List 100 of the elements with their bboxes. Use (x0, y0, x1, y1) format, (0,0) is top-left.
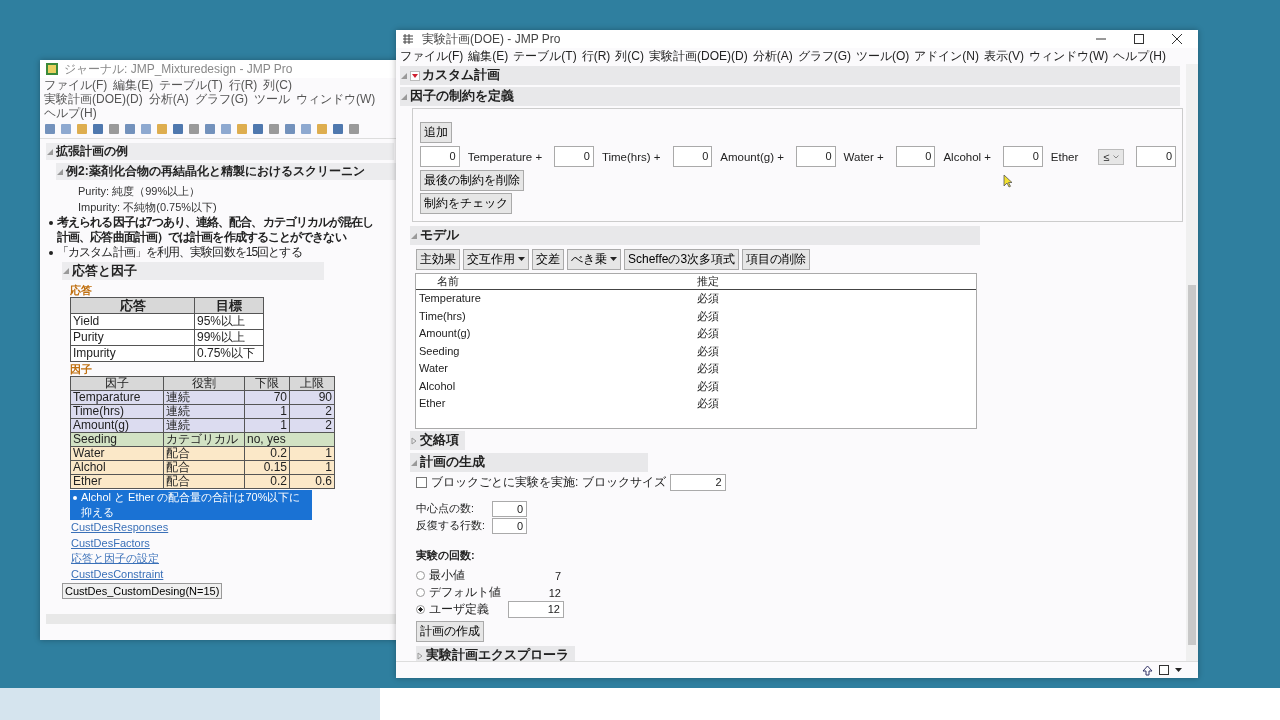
toolbar-icon[interactable] (140, 123, 152, 135)
coefficient-field[interactable]: 0 (554, 146, 594, 167)
collapse-icon[interactable] (62, 267, 70, 275)
collapse-icon[interactable] (410, 458, 418, 467)
menu-item[interactable]: テーブル(T) (159, 78, 223, 92)
collapse-icon[interactable] (410, 231, 418, 240)
coefficient-field[interactable]: 0 (420, 146, 460, 167)
menu-item[interactable]: 分析(A) (752, 49, 793, 63)
square-icon[interactable] (1159, 665, 1169, 675)
checkbox[interactable] (416, 477, 427, 488)
toolbar-icon[interactable] (44, 123, 56, 135)
toolbar-icon[interactable] (108, 123, 120, 135)
term-label: Alcohol + (943, 150, 992, 163)
toolbar-icon[interactable] (300, 123, 312, 135)
coefficient-field[interactable]: 0 (672, 146, 713, 167)
model-button[interactable]: 交差 (532, 249, 564, 270)
toolbar-icon[interactable] (124, 123, 136, 135)
toolbar-icon[interactable] (188, 123, 200, 135)
block-size-field[interactable]: 2 (669, 474, 726, 491)
radio-button[interactable] (416, 571, 425, 580)
toolbar-icon[interactable] (236, 123, 248, 135)
toolbar-icon[interactable] (220, 123, 232, 135)
toolbar-icon[interactable] (60, 123, 72, 135)
bound-field[interactable]: 0 (1136, 146, 1177, 167)
bullet-text: 考えられる因子は7つあり、連絡、配合、カテゴリカルが混在し 計画、応答曲面計画）では計画を作成することができない (57, 215, 374, 245)
menu-item[interactable]: グラフ(G) (194, 92, 248, 106)
menu-item[interactable]: 表示(V) (984, 49, 1024, 63)
menu-item[interactable]: グラフ(G) (797, 49, 851, 63)
operator-dropdown[interactable]: ≤ (1098, 148, 1125, 165)
menu-item[interactable]: ツール(O) (856, 49, 910, 63)
toolbar-icon[interactable] (92, 123, 104, 135)
close-icon[interactable] (1172, 34, 1182, 44)
toolbar-icon[interactable] (268, 123, 280, 135)
expand-icon[interactable] (416, 651, 424, 660)
column-header: 推定 (697, 274, 719, 289)
outline-title: 例2:薬剤化合物の再結晶化と精製におけるスクリーニン (66, 163, 365, 180)
run-count: 12 (547, 586, 562, 599)
menu-item[interactable]: 実験計画(DOE)(D) (649, 49, 748, 63)
menu-triangle-icon[interactable] (410, 70, 420, 81)
script-link[interactable]: CustDesFactors (71, 536, 150, 549)
scrollbar-thumb[interactable] (1188, 285, 1196, 645)
menu-item[interactable]: 行(R) (228, 78, 258, 92)
menu-item[interactable]: ファイル(F) (44, 78, 108, 92)
menu-item[interactable]: 列(C) (615, 49, 644, 63)
toolbar-icon[interactable] (156, 123, 168, 135)
menu-item[interactable]: アドイン(N) (914, 49, 979, 63)
toolbar-icon[interactable] (284, 123, 296, 135)
dropdown-icon (518, 257, 525, 262)
toolbar-icon[interactable] (76, 123, 88, 135)
maximize-icon[interactable] (1134, 34, 1144, 44)
caret-icon (1113, 154, 1120, 159)
make-design-button[interactable]: 計画の作成 (416, 621, 484, 642)
coefficient-field[interactable]: 0 (1003, 146, 1043, 167)
toolbar-icon[interactable] (172, 123, 184, 135)
toolbar-icon[interactable] (348, 123, 360, 135)
dropdown-icon[interactable] (1175, 667, 1182, 673)
up-arrow-icon[interactable] (1142, 664, 1153, 676)
coefficient-field[interactable]: 0 (795, 146, 836, 167)
expand-icon[interactable] (410, 436, 418, 445)
toolbar-icon[interactable] (316, 123, 328, 135)
runs-field[interactable]: 12 (508, 601, 564, 618)
script-link[interactable]: CustDesConstraint (71, 567, 164, 580)
model-button[interactable]: 主効果 (416, 249, 460, 270)
app-icon (46, 63, 58, 75)
menu-item[interactable]: テーブル(T) (513, 49, 577, 63)
menu-item[interactable]: ヘルプ(H) (44, 106, 97, 120)
menu-item[interactable]: ウィンドウ(W) (296, 92, 376, 106)
number-field[interactable]: 0 (492, 501, 527, 517)
menu-item[interactable]: 編集(E) (468, 49, 509, 63)
constraint-button[interactable]: 制約をチェック (420, 193, 512, 214)
model-button[interactable]: 交互作用 (463, 249, 529, 270)
outline-title: モデル (420, 227, 459, 244)
menu-item[interactable]: 行(R) (581, 49, 611, 63)
toolbar-icon[interactable] (252, 123, 264, 135)
menu-item[interactable]: ヘルプ(H) (1113, 49, 1166, 63)
coefficient-field[interactable]: 0 (895, 146, 936, 167)
radio-button[interactable] (416, 605, 425, 614)
toolbar-icon[interactable] (204, 123, 216, 135)
menu-item[interactable]: ウィンドウ(W) (1029, 49, 1109, 63)
model-button[interactable]: べき乗 (567, 249, 621, 270)
model-button[interactable]: 項目の削除 (742, 249, 811, 270)
number-field[interactable]: 0 (492, 518, 527, 534)
table-cell-text: Water (419, 361, 449, 376)
model-button[interactable]: Scheffeの3次多項式 (624, 249, 740, 270)
script-link[interactable]: CustDesResponses (71, 521, 169, 533)
script-link[interactable]: 応答と因子の設定 (71, 552, 159, 564)
menu-item[interactable]: ファイル(F) (400, 49, 464, 63)
window-title: ジャーナル: JMP_Mixturedesign - JMP Pro (64, 60, 293, 78)
radio-button[interactable] (416, 588, 425, 597)
menu-item[interactable]: 分析(A) (148, 92, 189, 106)
toolbar-icon[interactable] (332, 123, 344, 135)
collapse-icon[interactable] (56, 167, 64, 176)
menu-item[interactable]: ツール (254, 92, 290, 106)
menu-item[interactable]: 実験計画(DOE)(D) (44, 92, 143, 106)
constraint-button[interactable]: 最後の制約を削除 (420, 170, 524, 191)
collapse-icon[interactable] (46, 147, 54, 156)
menu-item[interactable]: 編集(E) (113, 78, 154, 92)
add-button[interactable]: 追加 (420, 122, 452, 143)
menu-item[interactable]: 列(C) (263, 78, 292, 92)
script-button[interactable]: CustDes_CustomDesing(N=15) (62, 583, 223, 599)
